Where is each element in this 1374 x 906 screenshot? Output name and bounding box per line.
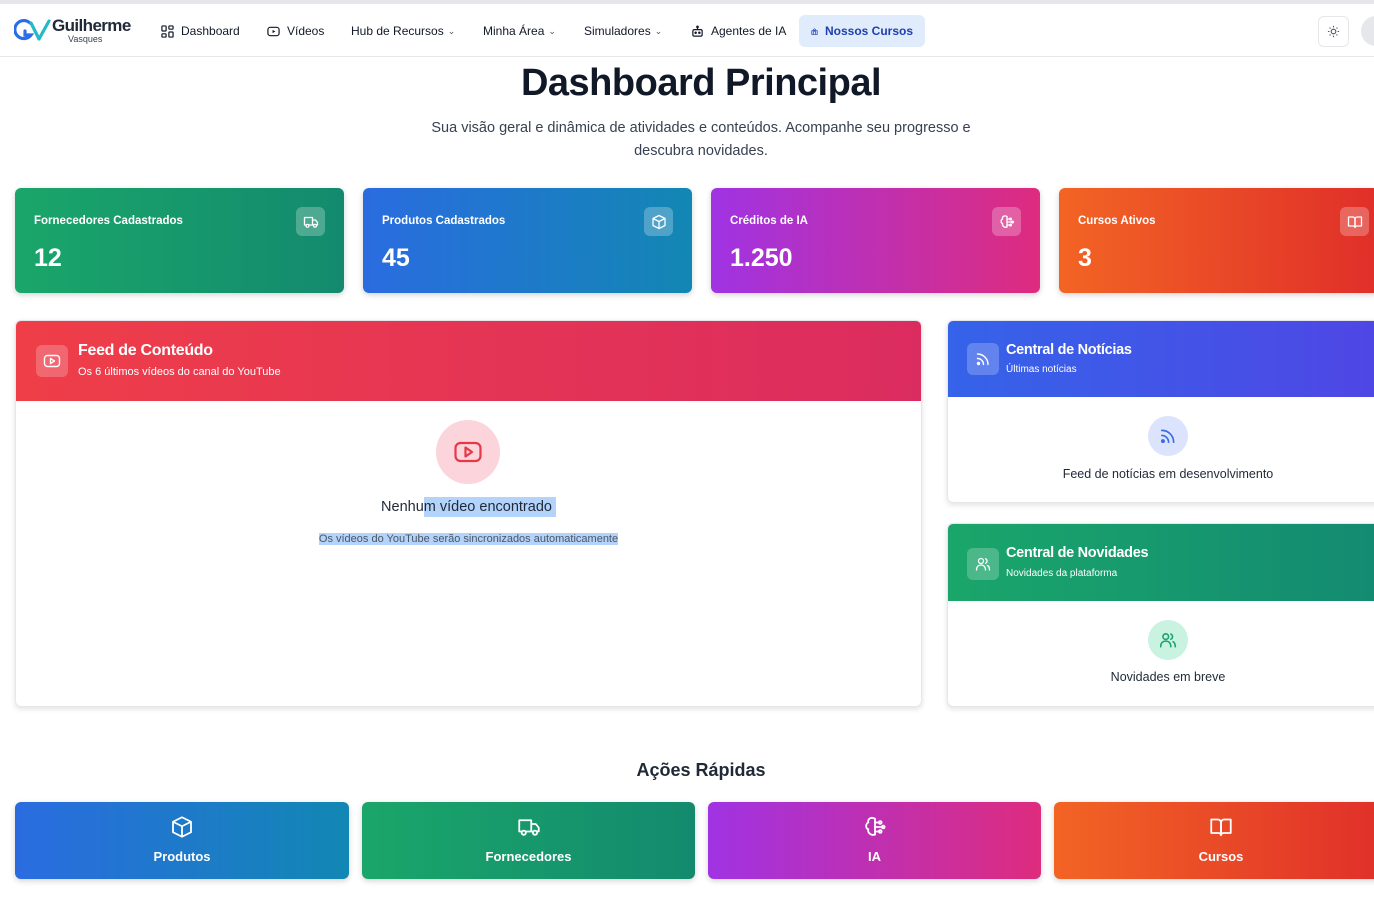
- quick-action-label: Fornecedores: [485, 849, 572, 864]
- nav-agentes-label: Agentes de IA: [711, 24, 787, 38]
- sun-icon: [1327, 25, 1340, 38]
- novidades-empty-text: Novidades em breve: [1110, 670, 1226, 684]
- news-title: Central de Notícias: [1006, 342, 1132, 358]
- nav-nossos-cursos[interactable]: Nossos Cursos: [799, 15, 925, 47]
- theme-toggle-button[interactable]: [1318, 16, 1349, 47]
- news-panel-header: Central de Notícias Últimas notícias: [948, 321, 1374, 397]
- navbar: Guilherme Vasques Dashboard Vídeos Hub d…: [0, 4, 1374, 57]
- truck-icon: [296, 207, 325, 236]
- feed-panel: Feed de Conteúdo Os 6 últimos vídeos do …: [15, 320, 922, 707]
- feed-empty-title-start: Nenhu: [381, 499, 424, 515]
- brand-sub: Vasques: [68, 34, 103, 44]
- quick-action-label: Produtos: [153, 849, 211, 864]
- nav-dashboard[interactable]: Dashboard: [155, 15, 246, 47]
- grid-icon: [161, 24, 174, 38]
- novidades-panel-header: Central de Novidades Novidades da plataf…: [948, 524, 1374, 601]
- nav-hub-label: Hub de Recursos: [351, 24, 444, 38]
- rss-icon: [967, 343, 999, 375]
- book-icon: [1340, 207, 1369, 236]
- nav-hub[interactable]: Hub de Recursos ⌄: [345, 15, 461, 47]
- novidades-panel: Central de Novidades Novidades da plataf…: [947, 523, 1374, 707]
- youtube-empty-icon: [436, 420, 500, 484]
- brain-icon: [708, 815, 1041, 839]
- nav-dashboard-label: Dashboard: [181, 24, 240, 38]
- quick-action-produtos[interactable]: Produtos: [15, 802, 349, 879]
- logo-mark-icon: [14, 18, 51, 41]
- quick-action-fornecedores[interactable]: Fornecedores: [362, 802, 695, 879]
- feed-empty-title-selected: m vídeo encontrado: [423, 497, 556, 517]
- novidades-subtitle: Novidades da plataforma: [1006, 568, 1118, 579]
- stat-label: Cursos Ativos: [1078, 215, 1156, 227]
- stat-card-fornecedores: Fornecedores Cadastrados 12: [15, 188, 344, 293]
- robot-icon: [692, 25, 703, 37]
- feed-title: Feed de Conteúdo: [78, 342, 213, 359]
- truck-icon: [362, 815, 695, 839]
- stat-label: Produtos Cadastrados: [382, 215, 506, 227]
- chevron-down-icon: ⌄: [548, 25, 556, 36]
- stat-value: 12: [34, 244, 62, 272]
- nav-videos-label: Vídeos: [287, 24, 325, 38]
- page-title: Dashboard Principal: [520, 62, 882, 104]
- quick-action-label: IA: [868, 849, 881, 864]
- stat-card-produtos: Produtos Cadastrados 45: [363, 188, 692, 293]
- feed-empty-title: Nenhum vídeo encontrado: [16, 497, 921, 517]
- stat-value: 3: [1078, 244, 1092, 272]
- users-icon: [967, 548, 999, 580]
- feed-subtitle: Os 6 últimos vídeos do canal do YouTube: [78, 366, 281, 378]
- stat-value: 45: [382, 244, 410, 272]
- news-empty-text: Feed de notícias em desenvolvimento: [1062, 467, 1274, 481]
- stat-card-creditos: Créditos de IA 1.250: [711, 188, 1040, 293]
- nav-simuladores-label: Simuladores: [584, 24, 651, 38]
- stat-value: 1.250: [730, 244, 793, 272]
- nav-simuladores[interactable]: Simuladores ⌄: [578, 15, 668, 47]
- youtube-icon: [267, 26, 280, 36]
- book-icon: [1054, 815, 1374, 839]
- nav-agentes[interactable]: Agentes de IA: [685, 15, 792, 47]
- users-empty-icon: [1148, 620, 1188, 660]
- news-panel: Central de Notícias Últimas notícias Fee…: [947, 320, 1374, 503]
- stat-label: Créditos de IA: [730, 215, 808, 227]
- nav-minha-area[interactable]: Minha Área ⌄: [477, 15, 562, 47]
- chevron-down-icon: ⌄: [654, 25, 663, 36]
- school-icon: [811, 27, 818, 35]
- brand-logo[interactable]: Guilherme Vasques: [14, 14, 134, 48]
- brain-icon: [992, 207, 1021, 236]
- nav-nossos-cursos-label: Nossos Cursos: [824, 24, 913, 38]
- feed-empty-subtitle: Os vídeos do YouTube serão sincronizados…: [16, 533, 921, 545]
- youtube-icon: [36, 345, 68, 377]
- page-subtitle: Sua visão geral e dinâmica de atividades…: [431, 120, 971, 159]
- feed-empty-subtitle-selected: Os vídeos do YouTube serão sincronizados…: [318, 533, 619, 545]
- box-icon: [15, 815, 349, 839]
- feed-panel-header: Feed de Conteúdo Os 6 últimos vídeos do …: [16, 321, 921, 401]
- user-avatar[interactable]: [1361, 16, 1374, 46]
- stat-card-cursos: Cursos Ativos 3: [1059, 188, 1374, 293]
- box-icon: [644, 207, 673, 236]
- rss-empty-icon: [1148, 416, 1188, 456]
- novidades-title: Central de Novidades: [1006, 545, 1149, 561]
- stat-label: Fornecedores Cadastrados: [34, 215, 183, 227]
- nav-videos[interactable]: Vídeos: [261, 15, 330, 47]
- nav-minha-area-label: Minha Área: [483, 24, 545, 38]
- news-subtitle: Últimas notícias: [1006, 364, 1077, 375]
- quick-action-ia[interactable]: IA: [708, 802, 1041, 879]
- chevron-down-icon: ⌄: [447, 25, 456, 36]
- quick-action-cursos[interactable]: Cursos: [1054, 802, 1374, 879]
- brand-name: Guilherme: [52, 16, 131, 35]
- quick-actions-title: Ações Rápidas: [636, 760, 766, 780]
- quick-action-label: Cursos: [1198, 849, 1244, 864]
